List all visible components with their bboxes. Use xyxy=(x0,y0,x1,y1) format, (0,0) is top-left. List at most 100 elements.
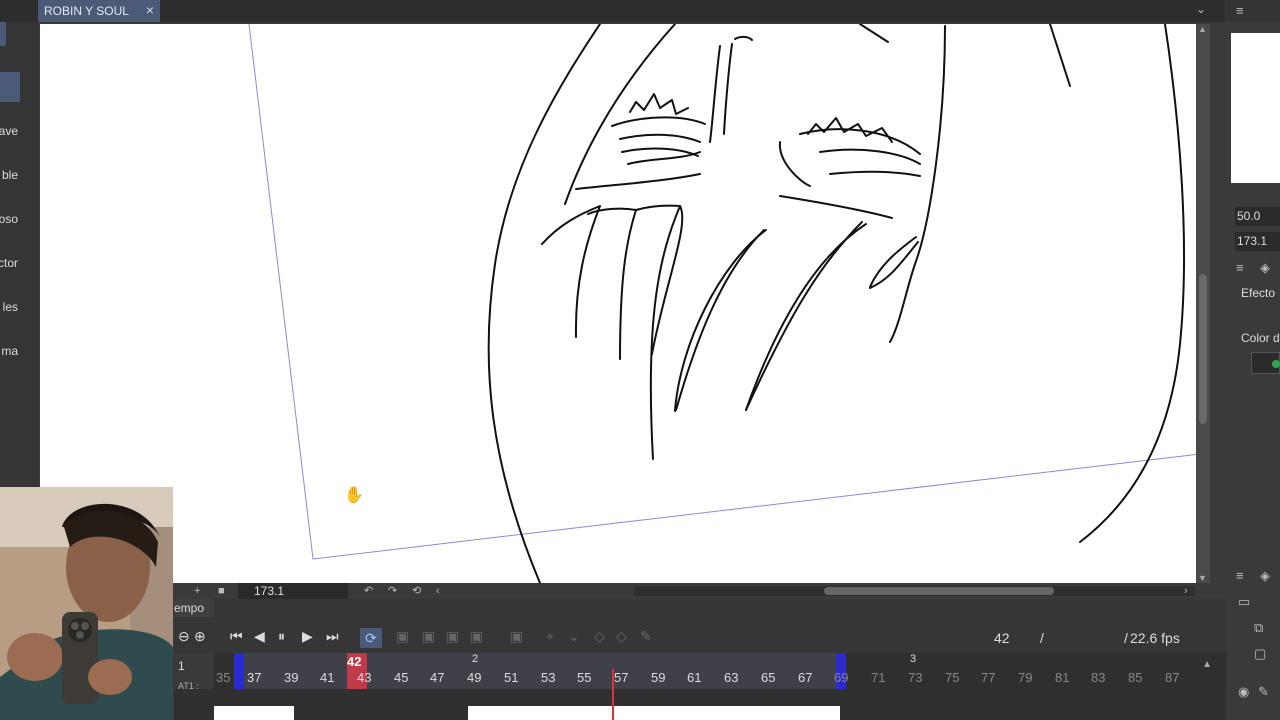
frame-tick: 45 xyxy=(394,670,409,685)
left-panel-item-label: oso xyxy=(0,212,18,226)
left-panel-item-label: les xyxy=(2,300,18,314)
zoom-out-icon[interactable]: ⊖ xyxy=(178,628,190,645)
effect-label: Efecto xyxy=(1241,286,1276,300)
navigator-preview[interactable] xyxy=(1231,33,1280,183)
frame-tick: 73 xyxy=(908,670,923,685)
webcam-overlay xyxy=(0,487,173,720)
vertical-scroll-thumb[interactable] xyxy=(1199,274,1207,424)
frame-tick: 47 xyxy=(430,670,445,685)
rotate-left-icon[interactable]: ↶ xyxy=(364,583,373,599)
delete-cel-icon[interactable]: ▣ xyxy=(470,628,483,645)
zoom-in-icon[interactable]: ⊕ xyxy=(194,628,206,645)
frame-tick: 67 xyxy=(798,670,813,685)
horizontal-scroll-thumb[interactable] xyxy=(824,587,1054,595)
cel-block[interactable] xyxy=(214,706,294,720)
layer-folder-icon[interactable]: ▢ xyxy=(1254,646,1266,662)
frame-tick: 35 xyxy=(216,670,231,685)
left-panel-item-2[interactable]: ble xyxy=(0,160,38,190)
range-start-marker[interactable] xyxy=(234,653,244,689)
canvas-horizontal-scrollbar[interactable] xyxy=(634,586,1194,596)
rotate-right-icon[interactable]: ↷ xyxy=(388,583,397,599)
navigator-zoom-field[interactable]: 50.0 xyxy=(1235,207,1280,226)
pen-icon[interactable]: ✎ xyxy=(1258,684,1269,700)
frame-tick: 85 xyxy=(1128,670,1143,685)
canvas-status-bar: + ■ 173.1 ↶ ↷ ⟲ ‹ › xyxy=(174,583,1210,599)
left-panel-item-6[interactable]: ma xyxy=(0,336,38,366)
last-frame-button[interactable]: ⏭ xyxy=(326,628,339,645)
scroll-right-icon[interactable]: › xyxy=(1184,583,1188,599)
first-frame-button[interactable]: ⏮ xyxy=(230,628,243,645)
layer-type-icon[interactable]: ▭ xyxy=(1238,594,1250,610)
specify-cel-icon[interactable]: ▣ xyxy=(510,628,523,645)
timeline-ruler[interactable]: 42 2 3 35 37 39 41 43 45 47 49 51 53 55 … xyxy=(174,653,1226,719)
left-panel-item-0[interactable]: erte xyxy=(0,72,20,102)
frame-tick: 81 xyxy=(1055,670,1070,685)
animation-track[interactable] xyxy=(174,689,1226,720)
menu-icon[interactable]: ≡ xyxy=(1236,3,1244,18)
left-panel-item-label: ave xyxy=(0,124,18,138)
left-panel-item-label: ble xyxy=(1,168,18,182)
left-panel-item-3[interactable]: oso xyxy=(0,204,38,234)
timeline-panel: empo ⊖ ⊕ ⏮ ◀ ⏸ ▶ ⏭ ⟳ ▣ ▣ ▣ ▣ ▣ ⌖ ⌄ ◇ ◇ ✎… xyxy=(174,599,1226,720)
left-panel-item-5[interactable]: les xyxy=(0,292,38,322)
next-frame-button[interactable]: ▶ xyxy=(302,628,313,645)
frame-tick: 63 xyxy=(724,670,739,685)
left-panel-tab[interactable] xyxy=(0,22,6,46)
loop-toggle-button[interactable]: ⟳ xyxy=(360,628,382,648)
fit-icon[interactable]: ■ xyxy=(218,583,225,599)
webcam-person-image xyxy=(0,487,173,720)
canvas-boundary xyxy=(248,24,1196,560)
tab-menu-chevron-icon[interactable]: ⌄ xyxy=(1196,2,1206,16)
zoom-field[interactable]: 173.1 xyxy=(238,583,348,599)
cel-block[interactable] xyxy=(468,706,840,720)
duplicate-cel-icon[interactable]: ▣ xyxy=(446,628,459,645)
canvas-vertical-scrollbar[interactable]: ▲ ▼ xyxy=(1196,24,1210,583)
track-number: 1 xyxy=(178,659,185,673)
frame-tick: 41 xyxy=(320,670,335,685)
frame-tick: 65 xyxy=(761,670,776,685)
fps-value: 22.6 fps xyxy=(1130,630,1180,646)
reset-rotation-icon[interactable]: ⟲ xyxy=(412,583,421,599)
layers-icon[interactable]: ◈ xyxy=(1260,568,1270,584)
frame-tick: 71 xyxy=(871,670,886,685)
new-cel-icon[interactable]: ▣ xyxy=(396,628,409,645)
frame-tick: 83 xyxy=(1091,670,1106,685)
timeline-scroll-up-icon[interactable]: ▲ xyxy=(1202,659,1212,670)
draw-cel-icon[interactable]: ✎ xyxy=(640,628,652,645)
scroll-down-icon[interactable]: ▼ xyxy=(1198,573,1207,583)
hand-tool-cursor-icon: ✋ xyxy=(344,485,364,504)
navigator-rotation-field[interactable]: 173.1 xyxy=(1235,232,1280,251)
layer-property-icon[interactable]: ◈ xyxy=(1260,260,1270,276)
color-label: Color d xyxy=(1241,331,1280,345)
new-folder-icon[interactable]: ▣ xyxy=(422,628,435,645)
left-panel-item-1[interactable]: ave xyxy=(0,116,38,146)
color-swatch[interactable] xyxy=(1251,352,1280,374)
frame-tick: 49 xyxy=(467,670,482,685)
keyframe-icon[interactable]: ◇ xyxy=(616,628,627,645)
scroll-up-icon[interactable]: ▲ xyxy=(1198,24,1207,34)
frame-tick: 43 xyxy=(357,670,372,685)
onion-skin-icon[interactable]: ⌖ xyxy=(546,628,554,645)
panel-menu-icon[interactable]: ≡ xyxy=(1236,260,1244,275)
light-table-icon[interactable]: ◇ xyxy=(594,628,605,645)
frame-tick: 87 xyxy=(1165,670,1180,685)
playhead-frame-label: 42 xyxy=(347,654,362,669)
left-panel-item-label: ctor xyxy=(0,256,18,270)
frame-tick: 75 xyxy=(945,670,960,685)
document-tab[interactable]: ROBIN Y SOUL × xyxy=(38,0,160,22)
visibility-eye-icon[interactable]: ◉ xyxy=(1238,684,1249,700)
dropdown-chevron-icon[interactable]: ⌄ xyxy=(568,628,580,645)
zoom-in-small-icon[interactable]: + xyxy=(194,583,200,599)
previous-frame-button[interactable]: ◀ xyxy=(254,628,265,645)
frame-tick: 55 xyxy=(577,670,592,685)
close-tab-icon[interactable]: × xyxy=(146,2,154,18)
left-panel-item-4[interactable]: ctor xyxy=(0,248,38,278)
drawing-canvas[interactable]: ✋ xyxy=(40,24,1196,583)
fps-separator: / xyxy=(1124,630,1128,646)
layer-panel-menu-icon[interactable]: ≡ xyxy=(1236,568,1244,583)
frame-tick: 57 xyxy=(614,670,629,685)
new-layer-icon[interactable]: ⧉ xyxy=(1254,620,1263,636)
color-dot-icon xyxy=(1272,360,1280,368)
pause-button[interactable]: ⏸ xyxy=(278,628,285,645)
scroll-left-icon[interactable]: ‹ xyxy=(436,583,440,599)
